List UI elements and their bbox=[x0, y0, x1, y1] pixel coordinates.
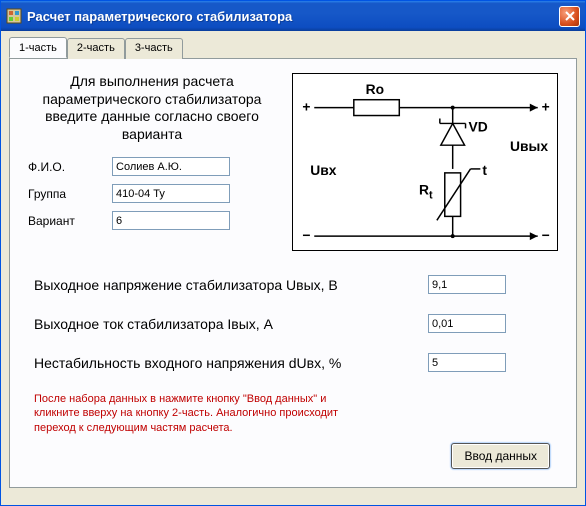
svg-text:−: − bbox=[542, 227, 550, 243]
tab-part3[interactable]: 3-часть bbox=[125, 38, 183, 59]
tab-part1[interactable]: 1-часть bbox=[9, 37, 67, 58]
duin-input[interactable] bbox=[428, 353, 506, 372]
hint-text: После набора данных в нажмите кнопку "Вв… bbox=[28, 392, 358, 435]
tabstrip: 1-часть 2-часть 3-часть bbox=[9, 37, 577, 58]
svg-text:+: + bbox=[542, 99, 550, 115]
svg-text:Uвх: Uвх bbox=[310, 162, 336, 178]
variant-input[interactable] bbox=[112, 211, 230, 230]
fio-label: Ф.И.О. bbox=[28, 160, 112, 174]
svg-text:Rt: Rt bbox=[419, 182, 433, 202]
app-window: Расчет параметрического стабилизатора 1-… bbox=[0, 0, 586, 506]
submit-button[interactable]: Ввод данных bbox=[451, 443, 550, 469]
tab-panel: Для выполнения расчета параметрического … bbox=[9, 58, 577, 488]
instruction-text: Для выполнения расчета параметрического … bbox=[28, 73, 276, 143]
svg-text:Uвых: Uвых bbox=[510, 138, 548, 154]
svg-text:Ro: Ro bbox=[366, 81, 384, 97]
tab-part2[interactable]: 2-часть bbox=[67, 38, 125, 59]
group-label: Группа bbox=[28, 187, 112, 201]
group-input[interactable] bbox=[112, 184, 230, 203]
svg-text:−: − bbox=[302, 227, 310, 243]
svg-text:+: + bbox=[302, 99, 310, 115]
svg-text:VD: VD bbox=[469, 118, 488, 134]
parameters-block: Выходное напряжение стабилизатора Uвых, … bbox=[28, 275, 558, 372]
variant-label: Вариант bbox=[28, 214, 112, 228]
close-button[interactable] bbox=[559, 6, 580, 27]
client-area: 1-часть 2-часть 3-часть Для выполнения р… bbox=[1, 31, 585, 496]
iout-input[interactable] bbox=[428, 314, 506, 333]
circuit-schematic: + − + − Ro VD Uвх Uвых Rt t bbox=[292, 73, 558, 251]
svg-text:t: t bbox=[482, 162, 487, 178]
iout-label: Выходное ток стабилизатора Iвых, А bbox=[28, 316, 428, 332]
uout-label: Выходное напряжение стабилизатора Uвых, … bbox=[28, 277, 428, 293]
app-icon bbox=[6, 8, 22, 24]
duin-label: Нестабильность входного напряжения dUвх,… bbox=[28, 355, 428, 371]
titlebar: Расчет параметрического стабилизатора bbox=[1, 1, 585, 31]
fio-input[interactable] bbox=[112, 157, 230, 176]
window-title: Расчет параметрического стабилизатора bbox=[27, 9, 559, 24]
uout-input[interactable] bbox=[428, 275, 506, 294]
